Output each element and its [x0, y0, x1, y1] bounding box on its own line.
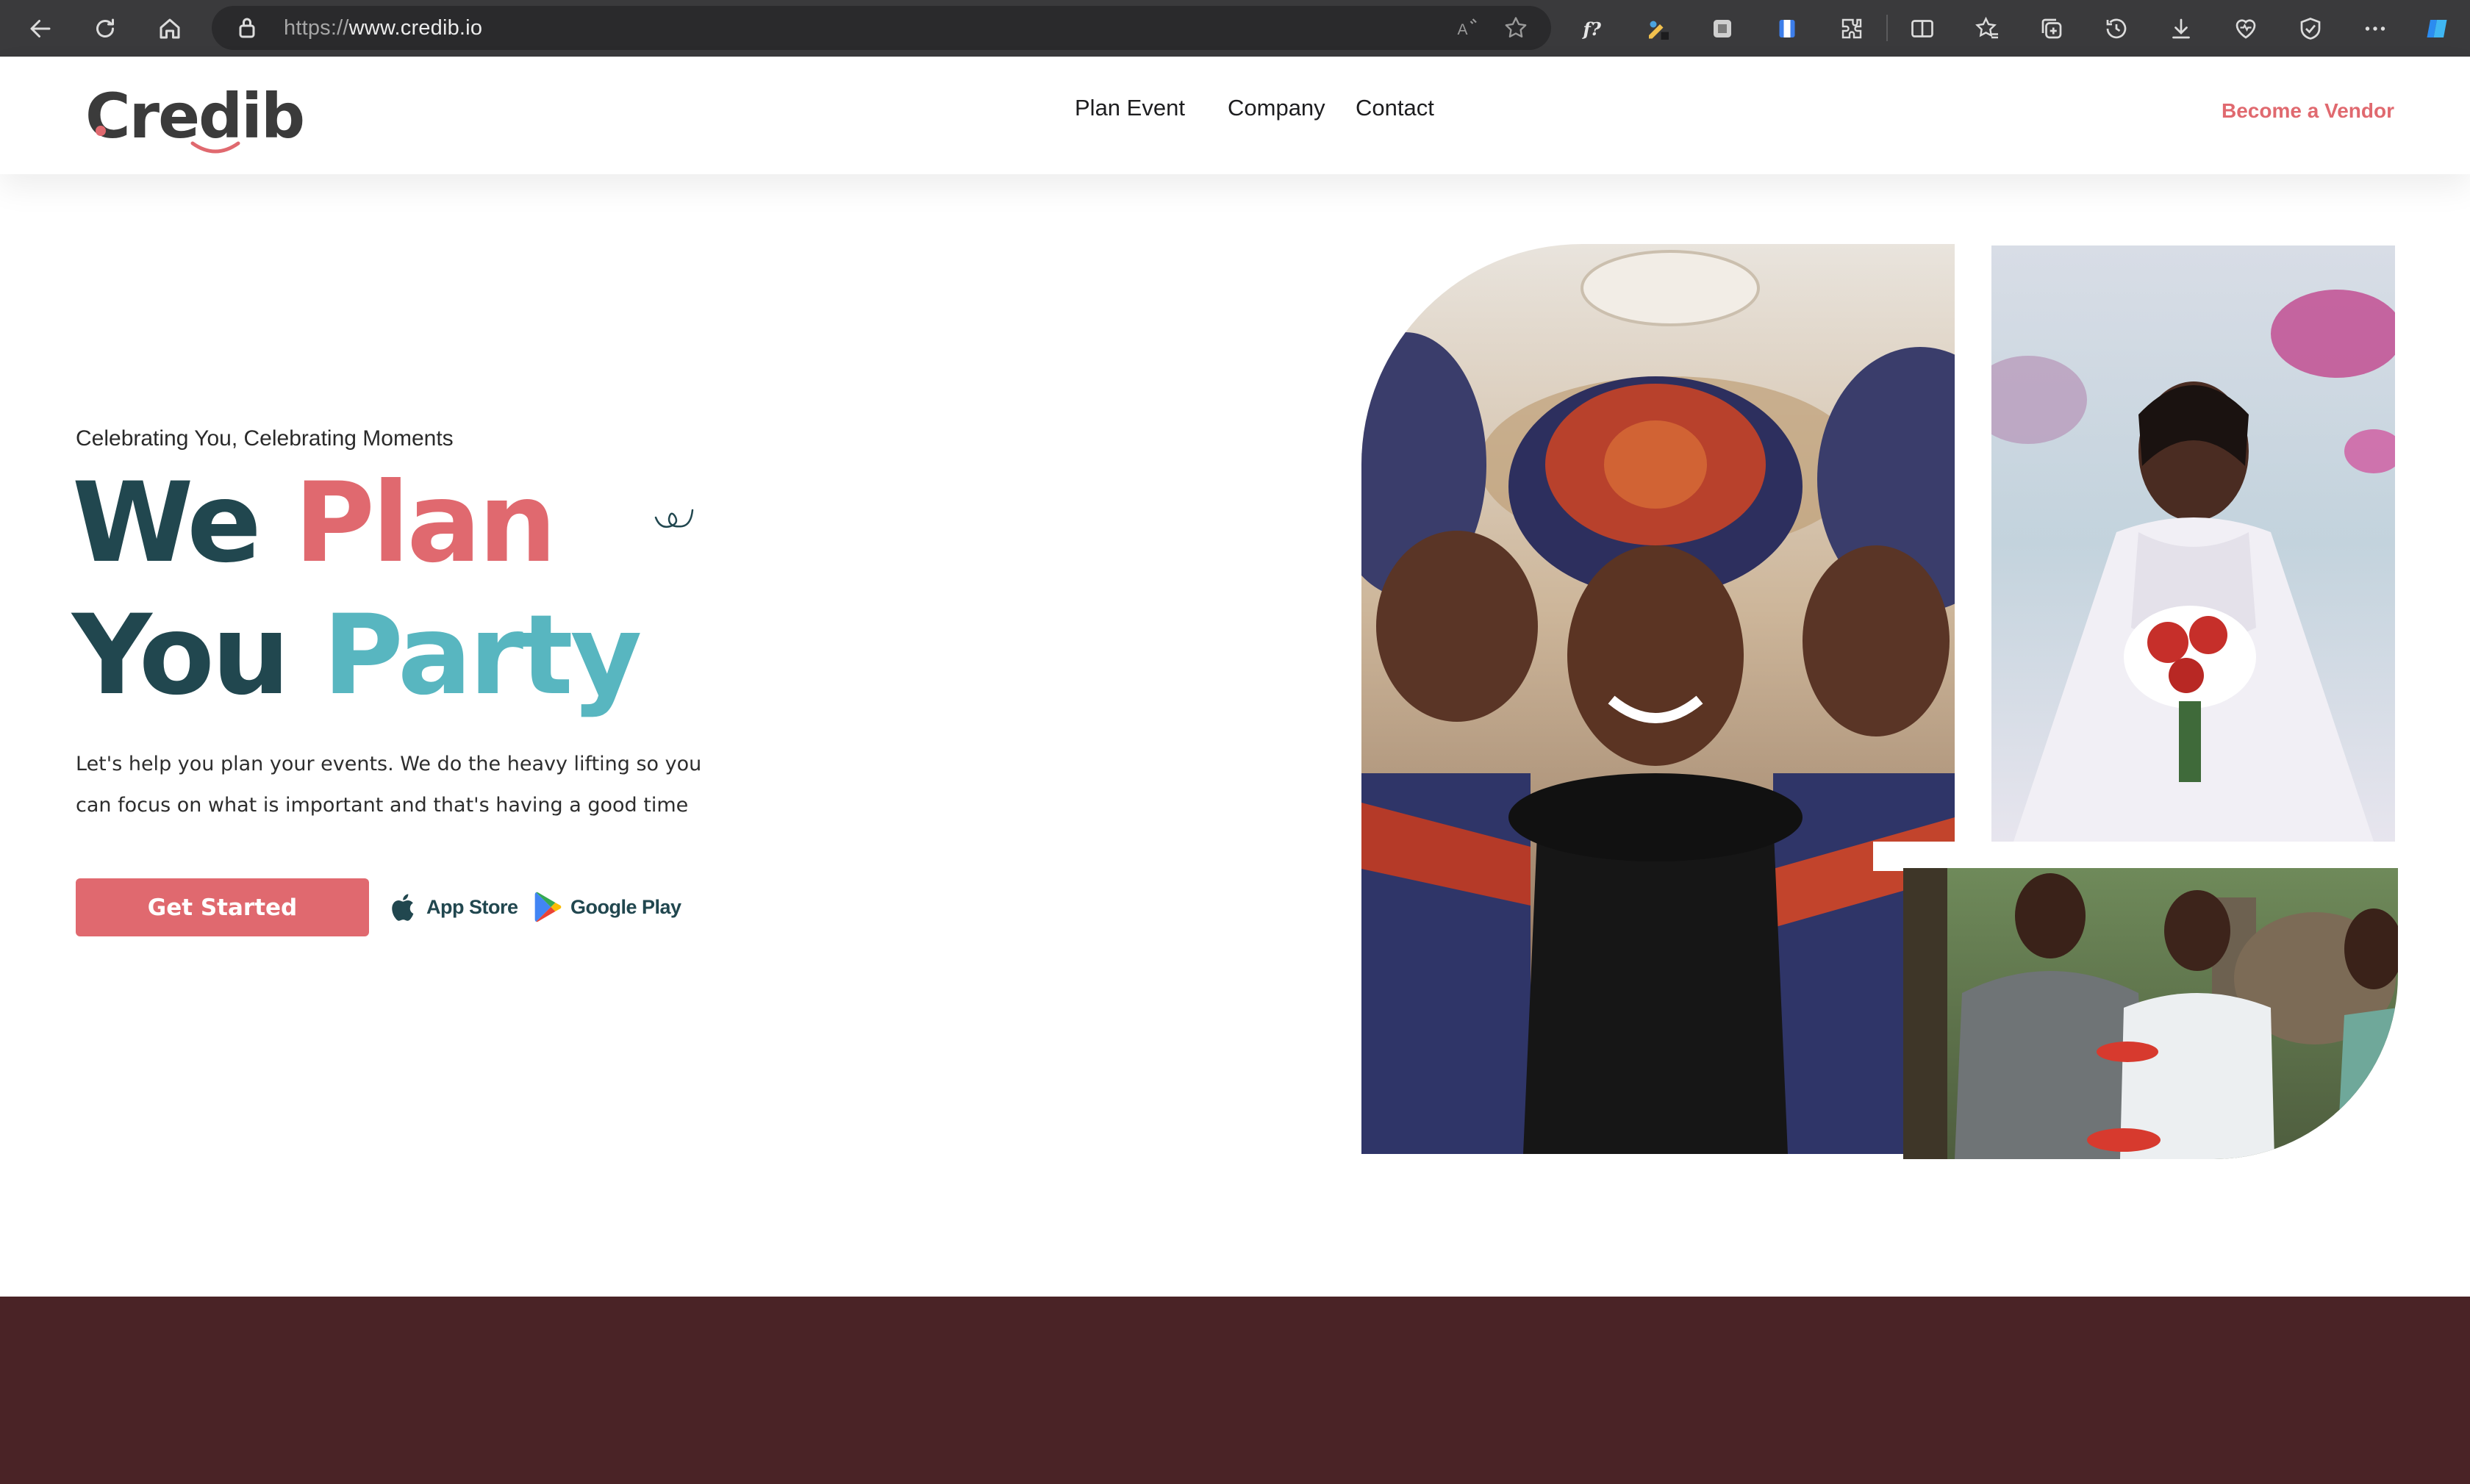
extensions-puzzle-icon[interactable] [1833, 10, 1870, 47]
hero-headline-line1: We Plan [72, 468, 556, 578]
more-icon[interactable] [2357, 10, 2394, 47]
toolbar-divider [1886, 15, 1888, 41]
svg-text:A: A [1458, 21, 1468, 38]
friends-laughing-photo [1903, 868, 2398, 1159]
women-headwraps-photo [1361, 244, 1955, 1154]
hero-headline-line2: You Party [72, 601, 642, 711]
collections-icon[interactable] [2033, 10, 2070, 47]
app-store-link[interactable]: App Store [390, 888, 518, 926]
color-picker-extension-icon[interactable] [1639, 10, 1676, 47]
copilot-icon[interactable] [2419, 10, 2455, 47]
favorites-icon[interactable] [1969, 10, 2005, 47]
headline-word-party: Party [322, 592, 642, 720]
home-icon[interactable] [151, 10, 188, 47]
address-bar[interactable]: https://www.credib.io A [212, 6, 1551, 50]
svg-text:f?: f? [1582, 18, 1602, 40]
downloads-icon[interactable] [2163, 10, 2199, 47]
split-screen-icon[interactable] [1904, 10, 1941, 47]
nav-contact[interactable]: Contact [1356, 95, 1434, 121]
headline-word-you: You [72, 592, 290, 720]
credib-logo[interactable]: Credib [85, 83, 305, 154]
hero-description: Let's help you plan your events. We do t… [76, 753, 702, 817]
screenshot-extension-icon[interactable] [1704, 10, 1741, 47]
browser-essentials-icon[interactable] [2292, 10, 2329, 47]
get-started-button[interactable]: Get Started [76, 878, 369, 936]
become-vendor-link[interactable]: Become a Vendor [2222, 99, 2394, 123]
url-text: https://www.credib.io [284, 16, 483, 40]
browser-toolbar: https://www.credib.io A f? [0, 0, 2470, 57]
apple-icon [392, 894, 414, 921]
squiggle-decoration-icon [654, 509, 694, 528]
nav-company[interactable]: Company [1228, 95, 1325, 121]
hero-tagline: Celebrating You, Celebrating Moments [76, 426, 454, 451]
headline-word-we: We [72, 459, 262, 587]
history-icon[interactable] [2098, 10, 2135, 47]
collage-gap [1873, 842, 1969, 871]
next-section-band [0, 1297, 2470, 1484]
performance-icon[interactable] [2227, 10, 2264, 47]
google-play-icon [534, 892, 562, 922]
lock-icon[interactable] [234, 15, 260, 45]
google-play-link[interactable]: Google Play [534, 888, 681, 926]
bride-bouquet-photo [1991, 245, 2395, 842]
favorite-star-icon[interactable] [1503, 15, 1529, 45]
reload-icon[interactable] [87, 10, 124, 47]
logo-smile-icon [190, 141, 240, 154]
logo-dot [96, 126, 106, 136]
formula-extension-icon[interactable]: f? [1575, 10, 1611, 47]
back-icon[interactable] [22, 10, 59, 47]
nav-plan-event[interactable]: Plan Event [1075, 95, 1185, 121]
read-aloud-icon[interactable]: A [1454, 15, 1481, 45]
site-header: Credib Plan Event Company Contact Become… [0, 57, 2470, 174]
bookmark-extension-icon[interactable] [1769, 10, 1805, 47]
headline-word-plan: Plan [294, 459, 556, 587]
